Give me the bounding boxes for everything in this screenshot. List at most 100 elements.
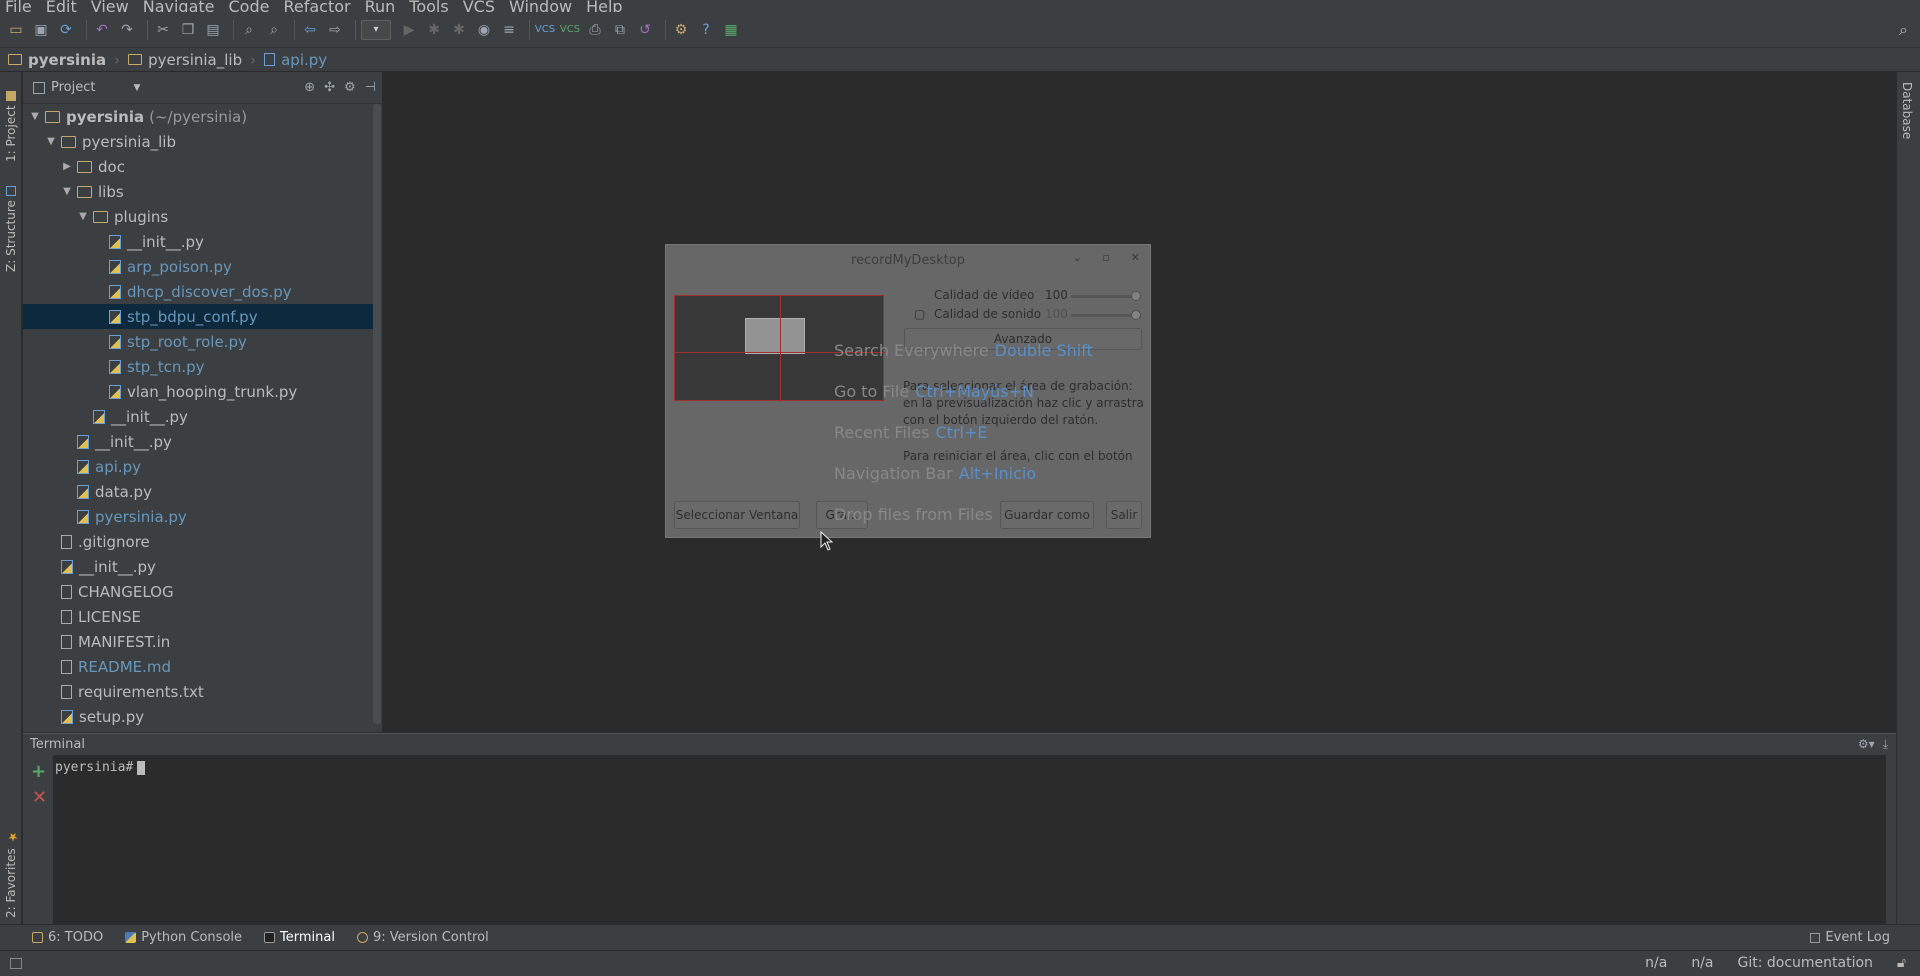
close-session-icon[interactable]: ✕ bbox=[32, 787, 47, 808]
menu-navigate[interactable]: Navigate bbox=[143, 0, 215, 12]
help-icon[interactable]: ? bbox=[696, 20, 716, 40]
search-everywhere-icon[interactable]: ⌕ bbox=[1899, 20, 1908, 40]
chevron-down-icon[interactable]: ▼ bbox=[29, 111, 41, 122]
git-branch[interactable]: Git: documentation bbox=[1737, 955, 1872, 971]
tree-file[interactable]: __init__.py bbox=[23, 404, 373, 429]
gear-icon[interactable]: ⚙ bbox=[344, 80, 356, 95]
scroll-from-source-icon[interactable]: ⊕ bbox=[304, 80, 315, 95]
back-icon[interactable]: ⇦ bbox=[300, 20, 320, 40]
tree-file[interactable]: CHANGELOG bbox=[23, 579, 373, 604]
tree-folder[interactable]: ▼ libs bbox=[23, 179, 373, 204]
chevron-down-icon[interactable]: ▼ bbox=[61, 186, 73, 197]
tab-terminal[interactable]: Terminal bbox=[264, 930, 335, 945]
hide-panel-icon[interactable]: ⤓ bbox=[1883, 737, 1888, 752]
terminal-panel[interactable]: + ✕ pyersinia# bbox=[23, 755, 1896, 924]
tab-event-log[interactable]: Event Log bbox=[1810, 930, 1890, 945]
collapse-all-icon[interactable]: ✣ bbox=[324, 80, 335, 95]
menu-tools[interactable]: Tools bbox=[409, 0, 448, 12]
tab-todo[interactable]: 6: TODO bbox=[32, 930, 103, 945]
breadcrumb-file[interactable]: api.py bbox=[264, 51, 327, 69]
copy-icon[interactable]: ❐ bbox=[178, 20, 198, 40]
slider-knob[interactable] bbox=[1131, 291, 1141, 301]
tree-file[interactable]: stp_root_role.py bbox=[23, 329, 373, 354]
tree-file[interactable]: LICENSE bbox=[23, 604, 373, 629]
lock-icon[interactable]: 🔓︎ bbox=[1897, 955, 1906, 971]
chevron-down-icon[interactable]: ▼ bbox=[45, 136, 57, 147]
tab-favorites[interactable]: 2: Favorites ★ bbox=[1, 822, 21, 918]
profile-icon[interactable]: ◉ bbox=[474, 20, 494, 40]
vcs-update-icon[interactable]: VCS bbox=[535, 20, 555, 40]
new-session-icon[interactable]: + bbox=[31, 761, 46, 782]
menu-window[interactable]: Window bbox=[509, 0, 572, 12]
terminal-prompt[interactable]: pyersinia# bbox=[55, 760, 146, 775]
chevron-down-icon[interactable]: ▼ bbox=[133, 83, 140, 93]
tab-project[interactable]: 1: Project bbox=[1, 82, 21, 162]
project-scrollbar[interactable] bbox=[373, 104, 381, 724]
settings-icon[interactable]: ⚙ bbox=[671, 20, 691, 40]
chevron-down-icon[interactable]: ▼ bbox=[77, 211, 89, 222]
tree-folder[interactable]: ▼ pyersinia_lib bbox=[23, 129, 373, 154]
slider-knob[interactable] bbox=[1131, 310, 1141, 320]
tree-file[interactable]: __init__.py bbox=[23, 554, 373, 579]
open-folder-icon[interactable]: ▭ bbox=[6, 20, 26, 40]
exit-button[interactable]: Salir bbox=[1106, 501, 1142, 529]
vcs-commit-icon[interactable]: VCS bbox=[560, 20, 580, 40]
tree-file[interactable]: dhcp_discover_dos.py bbox=[23, 279, 373, 304]
paste-icon[interactable]: ▤ bbox=[203, 20, 223, 40]
breadcrumb-project[interactable]: pyersinia bbox=[8, 51, 106, 69]
synchronize-icon[interactable]: ⟳ bbox=[56, 20, 76, 40]
terminal-scrollbar[interactable] bbox=[1886, 755, 1896, 924]
tab-structure[interactable]: Z: Structure bbox=[1, 172, 21, 272]
sound-checkbox[interactable]: ▢ bbox=[914, 307, 925, 321]
tree-file[interactable]: setup.py bbox=[23, 704, 373, 729]
run-icon[interactable]: ▶ bbox=[399, 20, 419, 40]
tree-file[interactable]: stp_tcn.py bbox=[23, 354, 373, 379]
menu-view[interactable]: View bbox=[91, 0, 129, 12]
stop-icon[interactable]: ≡ bbox=[499, 20, 519, 40]
dialog-titlebar[interactable]: recordMyDesktop ⌄ ▫ ✕ bbox=[666, 245, 1150, 275]
tree-folder[interactable]: ▶ doc bbox=[23, 154, 373, 179]
tab-python-console[interactable]: Python Console bbox=[125, 930, 242, 945]
tree-file[interactable]: __init__.py bbox=[23, 229, 373, 254]
hide-panel-icon[interactable]: ⊣ bbox=[365, 80, 376, 95]
line-separator[interactable]: n/a bbox=[1691, 955, 1713, 971]
tree-folder[interactable]: ▼ plugins bbox=[23, 204, 373, 229]
menu-file[interactable]: File bbox=[5, 0, 32, 12]
tree-file[interactable]: requirements.txt bbox=[23, 679, 373, 704]
select-window-button[interactable]: Seleccionar Ventana bbox=[674, 501, 800, 529]
tree-file[interactable]: __init__.py bbox=[23, 429, 373, 454]
tree-file[interactable]: stp_bdpu_conf.py bbox=[23, 304, 373, 329]
find-icon[interactable]: ⌕ bbox=[239, 20, 259, 40]
cut-icon[interactable]: ✂ bbox=[153, 20, 173, 40]
menu-code[interactable]: Code bbox=[229, 0, 270, 12]
close-icon[interactable]: ✕ bbox=[1131, 251, 1140, 264]
tree-file[interactable]: README.md bbox=[23, 654, 373, 679]
vcs-history-icon[interactable]: ⎙ bbox=[585, 20, 605, 40]
menu-vcs[interactable]: VCS bbox=[463, 0, 495, 12]
tree-file[interactable]: pyersinia.py bbox=[23, 504, 373, 529]
toggle-tool-windows-icon[interactable] bbox=[10, 958, 22, 969]
coverage-icon[interactable]: ✱ bbox=[449, 20, 469, 40]
forward-icon[interactable]: ⇨ bbox=[325, 20, 345, 40]
tree-file[interactable]: MANIFEST.in bbox=[23, 629, 373, 654]
maximize-icon[interactable]: ▫ bbox=[1103, 251, 1110, 264]
debug-icon[interactable]: ✱ bbox=[424, 20, 444, 40]
caret-position[interactable]: n/a bbox=[1645, 955, 1667, 971]
menu-run[interactable]: Run bbox=[365, 0, 396, 12]
tree-file[interactable]: data.py bbox=[23, 479, 373, 504]
menu-refactor[interactable]: Refactor bbox=[283, 0, 350, 12]
minimize-icon[interactable]: ⌄ bbox=[1073, 251, 1082, 264]
chevron-right-icon[interactable]: ▶ bbox=[61, 161, 73, 172]
save-as-button[interactable]: Guardar como bbox=[1000, 501, 1094, 529]
tab-version-control[interactable]: 9: Version Control bbox=[356, 930, 489, 945]
project-panel-title[interactable]: Project bbox=[51, 80, 95, 95]
python-console-icon[interactable]: ▦ bbox=[721, 20, 741, 40]
tree-file[interactable]: arp_poison.py bbox=[23, 254, 373, 279]
undo-icon[interactable]: ↶ bbox=[92, 20, 112, 40]
save-all-icon[interactable]: ▣ bbox=[31, 20, 51, 40]
redo-icon[interactable]: ↷ bbox=[117, 20, 137, 40]
breadcrumb-folder[interactable]: pyersinia_lib bbox=[128, 51, 242, 69]
tab-database[interactable]: Database bbox=[1900, 82, 1914, 139]
vcs-revert-icon[interactable]: ↺ bbox=[635, 20, 655, 40]
tree-folder[interactable]: ▼ pyersinia (~/pyersinia) bbox=[23, 104, 373, 129]
